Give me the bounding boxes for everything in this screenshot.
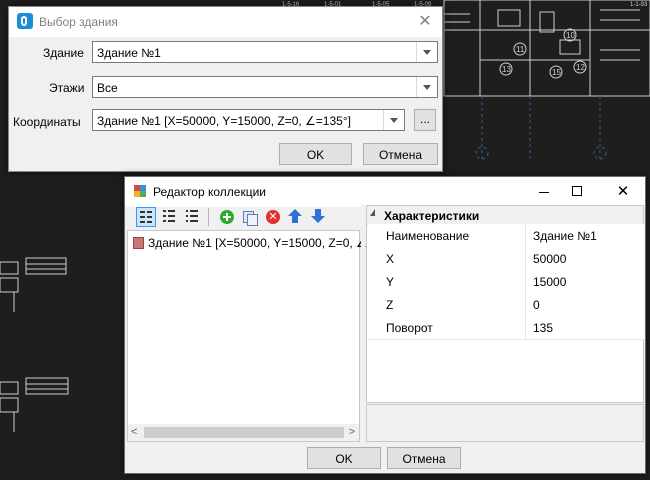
close-icon[interactable]: ✕ xyxy=(414,11,436,33)
categorized-view-icon[interactable] xyxy=(136,207,156,227)
list-item-label: Здание №1 [X=50000, Y=15000, Z=0, ∠=... xyxy=(148,236,384,250)
property-name: Z xyxy=(386,298,394,312)
property-value[interactable]: 50000 xyxy=(533,252,566,266)
property-row-y[interactable]: Y 15000 xyxy=(368,270,644,294)
editor-ok-button[interactable]: OK xyxy=(307,447,381,469)
cad-room-number: 11 xyxy=(516,45,525,54)
chevron-down-icon[interactable] xyxy=(383,110,404,130)
copy-icon[interactable] xyxy=(240,207,260,227)
cad-room-number: 15 xyxy=(552,68,561,77)
scroll-left-icon[interactable]: < xyxy=(131,426,137,438)
minimize-icon[interactable] xyxy=(531,181,559,203)
property-row-name[interactable]: Наименование Здание №1 xyxy=(368,224,644,248)
property-value[interactable]: 0 xyxy=(533,298,540,312)
browse-button[interactable]: ... xyxy=(414,109,436,131)
property-value[interactable]: 15000 xyxy=(533,275,566,289)
property-row-z[interactable]: Z 0 xyxy=(368,293,644,317)
building-combo[interactable]: Здание №1 xyxy=(92,41,438,63)
property-row-rotation[interactable]: Поворот 135 xyxy=(368,316,644,340)
property-name: Наименование xyxy=(386,229,470,243)
list-item[interactable]: Здание №1 [X=50000, Y=15000, Z=0, ∠=... xyxy=(130,234,384,252)
coords-label: Координаты xyxy=(13,115,81,129)
delete-icon[interactable]: ✕ xyxy=(263,207,283,227)
property-value[interactable]: Здание №1 xyxy=(533,229,597,243)
close-icon[interactable]: ✕ xyxy=(609,181,637,203)
property-row-x[interactable]: X 50000 xyxy=(368,247,644,271)
scroll-right-icon[interactable]: > xyxy=(349,426,355,438)
move-up-icon[interactable] xyxy=(286,207,306,227)
window-app-icon xyxy=(134,185,146,197)
maximize-icon[interactable] xyxy=(565,181,593,203)
building-select-dialog: Выбор здания ✕ Здание Здание №1 Этажи Вс… xyxy=(8,6,443,172)
toolbar-separator xyxy=(208,208,209,226)
property-name: X xyxy=(386,252,395,266)
list-view-icon[interactable] xyxy=(183,207,203,227)
add-icon[interactable] xyxy=(217,207,237,227)
collection-list[interactable]: Здание №1 [X=50000, Y=15000, Z=0, ∠=... … xyxy=(127,230,384,442)
alphabetical-view-icon[interactable] xyxy=(160,207,180,227)
cad-room-number: 13 xyxy=(502,65,511,74)
editor-title: Редактор коллекции xyxy=(153,185,266,199)
dialog-titlebar: Выбор здания ✕ xyxy=(9,7,442,37)
cancel-button[interactable]: Отмена xyxy=(363,143,438,165)
category-header[interactable]: Характеристики xyxy=(367,206,643,225)
move-down-icon[interactable] xyxy=(309,207,329,227)
coords-combo[interactable]: Здание №1 [X=50000, Y=15000, Z=0, ∠=135°… xyxy=(92,109,405,131)
scrollbar-thumb[interactable] xyxy=(144,427,344,438)
floors-label: Этажи xyxy=(49,81,85,95)
building-label: Здание xyxy=(43,46,84,60)
cad-dimension-label: 1-1-93 xyxy=(630,2,648,8)
dialog-title: Выбор здания xyxy=(39,15,118,29)
panel-splitter[interactable] xyxy=(361,204,365,442)
app-icon xyxy=(17,13,33,29)
editor-cancel-button[interactable]: Отмена xyxy=(387,447,461,469)
coords-combo-value: Здание №1 [X=50000, Y=15000, Z=0, ∠=135°… xyxy=(97,114,351,128)
floors-combo-value: Все xyxy=(97,81,118,95)
chevron-down-icon[interactable] xyxy=(416,77,437,97)
floors-combo[interactable]: Все xyxy=(92,76,438,98)
cad-room-number: 10 xyxy=(566,31,575,40)
property-name: Поворот xyxy=(386,321,433,335)
ok-button[interactable]: OK xyxy=(279,143,352,165)
property-description-panel xyxy=(366,404,644,442)
building-item-icon xyxy=(133,237,144,249)
collapse-icon[interactable] xyxy=(370,209,375,216)
category-title: Характеристики xyxy=(384,209,480,223)
cad-room-number: 12 xyxy=(576,63,585,72)
horizontal-scrollbar[interactable]: < > xyxy=(128,424,359,441)
editor-titlebar: Редактор коллекции ✕ xyxy=(125,177,645,207)
property-value[interactable]: 135 xyxy=(533,321,553,335)
property-name: Y xyxy=(386,275,395,289)
building-combo-value: Здание №1 xyxy=(97,46,161,60)
chevron-down-icon[interactable] xyxy=(416,42,437,62)
